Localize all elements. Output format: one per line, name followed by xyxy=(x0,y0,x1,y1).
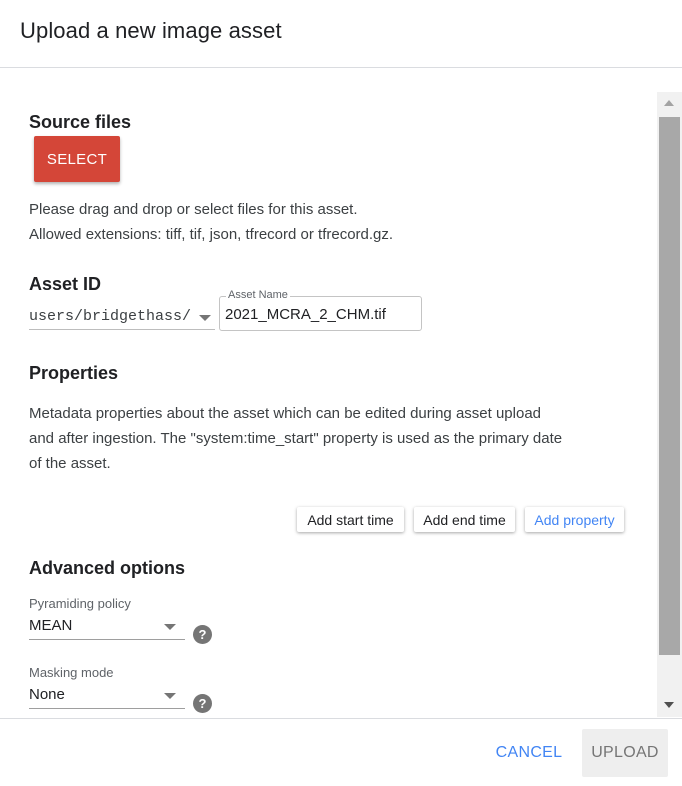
masking-mode-label: Masking mode xyxy=(29,665,114,680)
add-start-time-button[interactable]: Add start time xyxy=(297,507,404,532)
scrollbar-thumb[interactable] xyxy=(659,117,680,655)
masking-mode-dropdown[interactable]: None xyxy=(29,684,185,709)
properties-description: Metadata properties about the asset whic… xyxy=(29,401,562,476)
properties-description-line1: Metadata properties about the asset whic… xyxy=(29,405,542,422)
add-property-button[interactable]: Add property xyxy=(525,507,624,532)
chevron-down-icon xyxy=(199,315,211,321)
source-files-help: Please drag and drop or select files for… xyxy=(29,197,393,247)
properties-heading: Properties xyxy=(29,363,119,383)
select-files-button[interactable]: SELECT xyxy=(34,136,120,182)
masking-help-icon[interactable]: ? xyxy=(193,694,212,713)
pyramiding-policy-value: MEAN xyxy=(29,617,73,634)
asset-name-label: Asset Name xyxy=(226,289,290,301)
masking-mode-value: None xyxy=(29,686,65,703)
asset-path-prefix-value: users/bridgethass/ xyxy=(29,308,192,325)
dialog-title: Upload a new image asset xyxy=(20,18,282,43)
chevron-down-icon xyxy=(164,693,176,699)
scroll-down-arrow-icon[interactable] xyxy=(664,702,674,708)
source-files-help-line2: Allowed extensions: tiff, tif, json, tfr… xyxy=(29,226,394,243)
content-scrollbar[interactable] xyxy=(657,92,682,717)
scroll-up-arrow-icon[interactable] xyxy=(664,100,674,106)
asset-name-field[interactable]: Asset Name 2021_MCRA_2_CHM.tif xyxy=(219,289,422,331)
source-files-help-line1: Please drag and drop or select files for… xyxy=(29,201,358,218)
pyramiding-policy-label: Pyramiding policy xyxy=(29,596,131,611)
pyramiding-policy-dropdown[interactable]: MEAN xyxy=(29,615,185,640)
properties-description-line2: and after ingestion. The "system:time_st… xyxy=(29,430,563,447)
pyramiding-help-icon[interactable]: ? xyxy=(193,625,212,644)
dialog-footer: CANCEL UPLOAD xyxy=(0,718,682,786)
properties-description-line3: of the asset. xyxy=(29,455,111,472)
asset-path-prefix-dropdown[interactable]: users/bridgethass/ xyxy=(29,306,215,330)
source-files-heading: Source files xyxy=(29,112,132,132)
chevron-down-icon xyxy=(164,624,176,630)
cancel-button[interactable]: CANCEL xyxy=(485,729,573,777)
asset-id-heading: Asset ID xyxy=(29,274,102,294)
asset-name-input-value: 2021_MCRA_2_CHM.tif xyxy=(225,306,386,323)
advanced-options-heading: Advanced options xyxy=(29,558,186,578)
upload-button[interactable]: UPLOAD xyxy=(582,729,668,777)
dialog-content: Source files SELECT Please drag and drop… xyxy=(0,68,682,718)
add-end-time-button[interactable]: Add end time xyxy=(414,507,515,532)
dialog-header: Upload a new image asset xyxy=(0,0,682,68)
